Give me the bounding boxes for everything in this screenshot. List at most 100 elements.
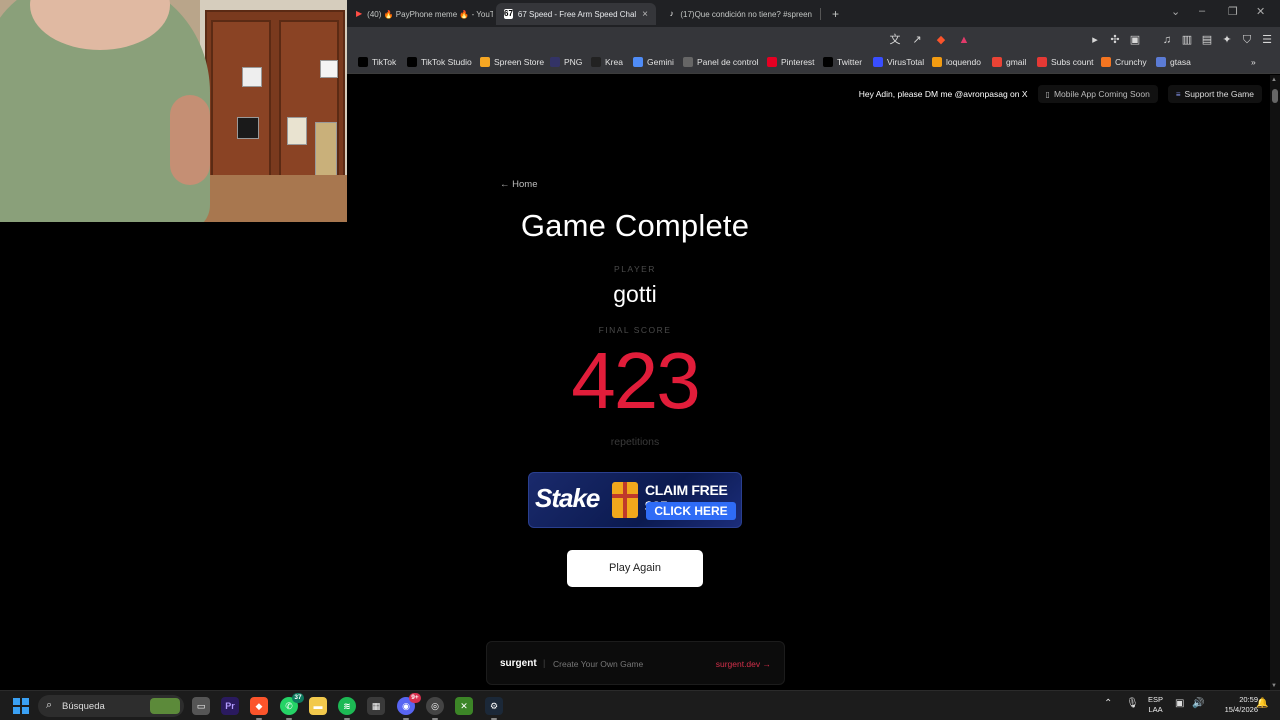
- extensions-icon[interactable]: ✣: [1108, 33, 1122, 47]
- webcam-cabinet-door: [211, 20, 271, 200]
- bookmark-label: gmail: [1006, 57, 1027, 67]
- brave-icon[interactable]: ◆: [250, 697, 268, 720]
- bookmarks-overflow-icon[interactable]: »: [1251, 57, 1256, 67]
- bookmark-tiktok-studio[interactable]: TikTok Studio: [407, 57, 472, 67]
- plus-icon: +: [832, 7, 840, 21]
- leo-ai-icon[interactable]: ✦: [1220, 33, 1234, 47]
- virustotal-icon: [873, 57, 883, 67]
- tab-67-speed[interactable]: 67 67 Speed - Free Arm Speed Challenge ×: [496, 3, 656, 25]
- mobile-app-label: Mobile App Coming Soon: [1053, 89, 1150, 99]
- surgent-link[interactable]: surgent.dev →: [716, 659, 771, 669]
- notifications-icon[interactable]: 🔔: [1256, 698, 1268, 709]
- bookmark-label: Spreen Store: [494, 57, 545, 67]
- tiktok-icon: ♪: [669, 9, 674, 18]
- taskbar-clock[interactable]: 20:59 15/4/2026: [1208, 695, 1258, 715]
- obs-icon[interactable]: ◎: [426, 697, 444, 720]
- language-indicator[interactable]: ESP LAA: [1148, 695, 1163, 715]
- bookmark-label: Twitter: [837, 57, 863, 67]
- subs-icon: [1037, 57, 1047, 67]
- webcam-poster: [237, 117, 259, 139]
- bookmark-label: Gemini: [647, 57, 674, 67]
- bookmark-krea[interactable]: Krea: [591, 57, 623, 67]
- webcam-overlay: [0, 0, 347, 222]
- bookmark-crunchy[interactable]: Crunchy: [1101, 57, 1147, 67]
- volume-icon[interactable]: 🔊: [1192, 698, 1204, 709]
- taskbar-search[interactable]: ⌕ Búsqueda: [38, 695, 184, 717]
- minecraft-icon[interactable]: ✕: [455, 697, 473, 715]
- bookmark-gemini[interactable]: Gemini: [633, 57, 674, 67]
- bookmark-label: TikTok Studio: [421, 57, 472, 67]
- wallet-icon[interactable]: ▤: [1200, 33, 1214, 47]
- tab-search-icon[interactable]: ⌄: [1171, 5, 1180, 18]
- show-hidden-icons[interactable]: ⌃: [1104, 698, 1112, 709]
- clock-time: 20:59: [1239, 695, 1258, 704]
- scroll-down-icon[interactable]: ▼: [1271, 683, 1277, 689]
- premiere-pro-icon[interactable]: Pr: [221, 697, 239, 715]
- footer-brand: surgent: [500, 658, 537, 669]
- tab-label: (17)Que condición no tiene? #spreen: [680, 9, 812, 19]
- close-icon[interactable]: ×: [636, 9, 648, 20]
- microsoft-store-icon[interactable]: ▦: [367, 697, 385, 715]
- phone-icon: ▯: [1045, 89, 1050, 99]
- final-score: 423: [571, 336, 700, 425]
- bookmark-twitter[interactable]: Twitter: [823, 57, 862, 67]
- bookmark-virustotal[interactable]: VirusTotal: [873, 57, 924, 67]
- network-icon[interactable]: ▣: [1175, 698, 1184, 709]
- scroll-up-icon[interactable]: ▲: [1271, 77, 1277, 83]
- translate-icon[interactable]: 文: [888, 33, 902, 47]
- bookmark-spreen-store[interactable]: Spreen Store: [480, 57, 544, 67]
- bookmark-pinterest[interactable]: Pinterest: [767, 57, 815, 67]
- loquendo-icon: [932, 57, 942, 67]
- tab-youtube[interactable]: ▶ (40) 🔥 PayPhone meme 🔥 - YouTube: [348, 3, 493, 25]
- discord-icon[interactable]: ◉ 9+: [397, 693, 421, 720]
- bookmark-tiktok[interactable]: TikTok: [358, 57, 396, 67]
- support-button[interactable]: ≡ Support the Game: [1167, 85, 1262, 103]
- vpn-icon[interactable]: ⛉: [1240, 33, 1254, 47]
- search-highlight-icon: [150, 698, 180, 714]
- bookmark-gtasa[interactable]: gtasa: [1156, 57, 1191, 67]
- media-icon[interactable]: ♫: [1160, 33, 1174, 47]
- home-link[interactable]: ← Home: [500, 179, 537, 190]
- scroll-thumb[interactable]: [1272, 89, 1278, 103]
- page-scrollbar[interactable]: ▲ ▼: [1270, 75, 1280, 690]
- discord-badge: 9+: [409, 693, 421, 703]
- windows-start-button[interactable]: [13, 698, 29, 714]
- file-explorer-icon[interactable]: ▬: [309, 697, 327, 715]
- bookmark-label: VirusTotal: [887, 57, 925, 67]
- gemini-icon: [633, 57, 643, 67]
- surgent-footer: surgent | Create Your Own Game surgent.d…: [486, 641, 785, 685]
- 67-icon: 67: [504, 9, 513, 19]
- play-again-button[interactable]: Play Again: [567, 550, 703, 587]
- whatsapp-icon[interactable]: ✆ 37: [280, 693, 304, 720]
- mobile-app-pill[interactable]: ▯ Mobile App Coming Soon: [1037, 85, 1158, 103]
- task-view-icon[interactable]: ▭: [192, 697, 210, 715]
- spotify-icon[interactable]: ≋: [338, 697, 356, 720]
- bookmark-subs-count[interactable]: Subs count: [1037, 57, 1094, 67]
- brave-shields-icon[interactable]: ◆: [934, 33, 948, 47]
- search-placeholder: Búsqueda: [62, 701, 105, 712]
- bookmark-panel-de-control[interactable]: Panel de control: [683, 57, 758, 67]
- maximize-icon[interactable]: ❐: [1228, 5, 1238, 18]
- bookmark-gmail[interactable]: gmail: [992, 57, 1026, 67]
- screenshot-icon[interactable]: ▣: [1128, 33, 1142, 47]
- stake-ad-banner[interactable]: Stake CLAIM FREE $35 CLICK HERE: [528, 472, 742, 528]
- microphone-icon[interactable]: 🎙: [1126, 698, 1139, 709]
- brave-rewards-icon[interactable]: ▲: [957, 33, 971, 47]
- webcam-poster: [242, 67, 262, 87]
- player-name: gotti: [613, 281, 657, 307]
- webcam-qr-poster: [320, 60, 338, 78]
- bookmark-png[interactable]: PNG: [550, 57, 582, 67]
- steam-icon[interactable]: ⚙: [485, 697, 503, 720]
- tab-label: 67 Speed - Free Arm Speed Challenge: [517, 9, 637, 19]
- bookmark-label: gtasa: [1170, 57, 1191, 67]
- share-icon[interactable]: ↗: [910, 33, 924, 47]
- window-close-icon[interactable]: ✕: [1256, 5, 1265, 18]
- menu-icon[interactable]: ☰: [1260, 33, 1274, 47]
- minimize-icon[interactable]: –: [1199, 5, 1205, 17]
- score-unit: repetitions: [610, 436, 660, 448]
- tab-tiktok[interactable]: ♪ (17)Que condición no tiene? #spreen: [660, 3, 820, 25]
- clock-date: 15/4/2026: [1224, 705, 1258, 714]
- new-tab-button[interactable]: +: [824, 3, 844, 25]
- sidebar-icon[interactable]: ▥: [1180, 33, 1194, 47]
- bookmark-loquendo[interactable]: loquendo: [932, 57, 981, 67]
